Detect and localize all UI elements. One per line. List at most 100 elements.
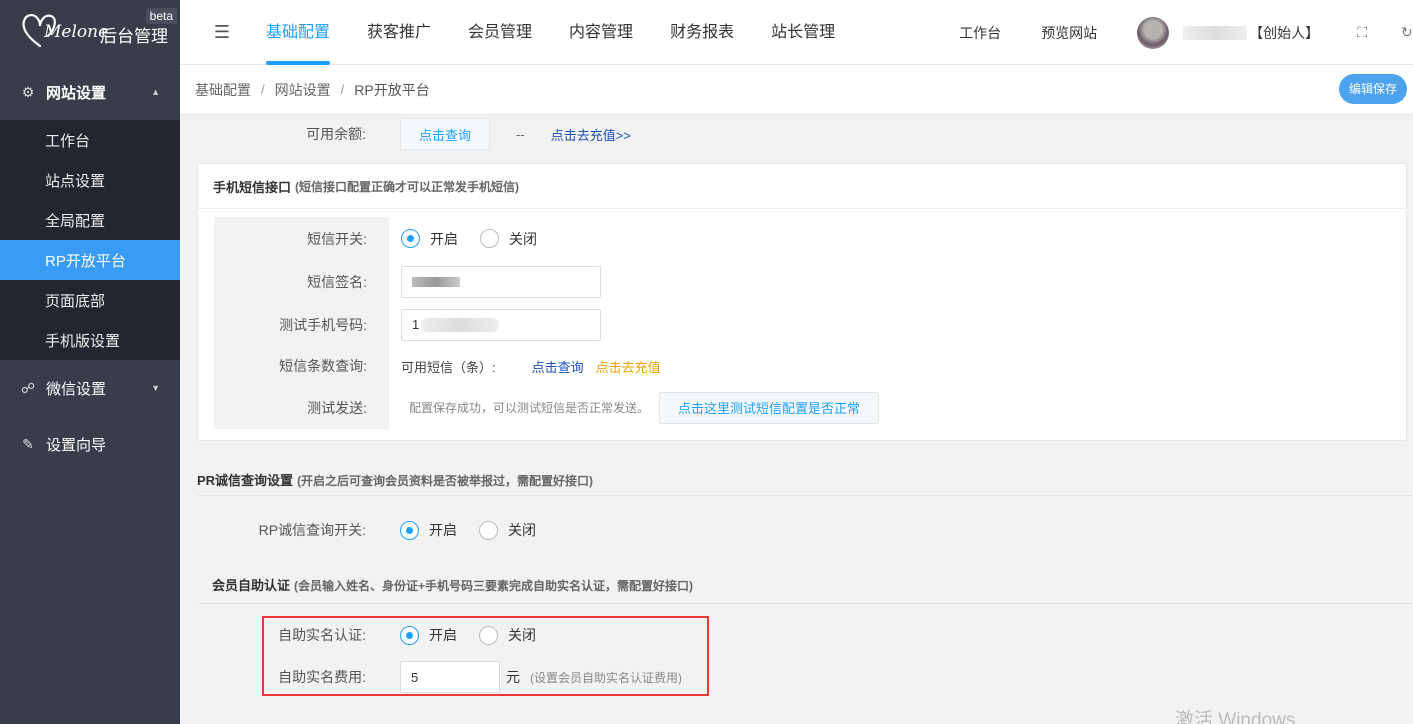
radio-label: 关闭 <box>509 230 537 247</box>
sidebar-item-site-settings[interactable]: 站点设置 <box>0 160 180 200</box>
tab-basic-config[interactable]: 基础配置 <box>266 0 331 65</box>
sidebar: Melone 后台管理 beta ⚙ 网站设置 ▲ 工作台 站点设置 全局配置 … <box>0 0 180 724</box>
sms-sign-label: 短信签名: <box>214 260 389 303</box>
sidebar-item-page-footer[interactable]: 页面底部 <box>0 280 180 320</box>
workbench-link[interactable]: 工作台 <box>959 23 1001 43</box>
sidebar-item-rp-platform[interactable]: RP开放平台 <box>0 240 180 280</box>
credit-section-title: PR诚信查询设置 (开启之后可查询会员资料是否被举报过，需配置好接口) <box>197 470 593 489</box>
sms-switch-row: 短信开关: 开启 关闭 <box>214 217 559 260</box>
username-redacted[interactable] <box>1183 25 1248 40</box>
preview-site-link[interactable]: 预览网站 <box>1041 23 1097 43</box>
credit-note: (开启之后可查询会员资料是否被举报过，需配置好接口) <box>297 474 594 488</box>
radio-label: 开启 <box>429 522 457 538</box>
sms-count-label: 短信条数查询: <box>214 346 389 386</box>
credit-switch-options: 开启 关闭 <box>388 520 558 540</box>
radio-label: 关闭 <box>508 522 536 538</box>
sms-phone-value-area: 1 <box>389 308 601 341</box>
sidebar-group-website-settings[interactable]: ⚙ 网站设置 ▲ <box>0 64 180 120</box>
sms-sign-input[interactable] <box>401 265 601 298</box>
breadcrumb-separator: / <box>340 82 345 97</box>
sms-test-hint: 配置保存成功，可以测试短信是否正常发送。 <box>409 401 650 415</box>
radio-checked-icon <box>401 229 420 248</box>
edit-icon: ✎ <box>22 435 34 452</box>
top-bar: ☰ 基础配置 获客推广 会员管理 内容管理 财务报表 站长管理 工作台 预览网站… <box>180 0 1413 65</box>
sms-recharge-link[interactable]: 点击去充值 <box>596 357 661 376</box>
credit-switch-label: RP诚信查询开关: <box>213 510 388 550</box>
refresh-icon[interactable]: ↻ <box>1401 24 1413 41</box>
breadcrumb-item[interactable]: 网站设置 <box>275 80 331 100</box>
logo: Melone 后台管理 beta <box>0 0 180 64</box>
tab-admin-management[interactable]: 站长管理 <box>771 0 835 65</box>
tab-customer-promotion[interactable]: 获客推广 <box>367 0 431 65</box>
fullscreen-icon[interactable]: ⛶ <box>1357 24 1367 41</box>
sms-phone-label: 测试手机号码: <box>214 303 389 346</box>
sms-off-radio[interactable]: 关闭 <box>480 229 537 249</box>
sms-phone-row: 测试手机号码: 1 <box>214 303 601 346</box>
sms-note: (短信接口配置正确才可以正常发手机短信) <box>295 179 520 194</box>
sms-test-button[interactable]: 点击这里测试短信配置是否正常 <box>659 391 880 424</box>
sms-card-header: 手机短信接口 (短信接口配置正确才可以正常发手机短信) <box>198 164 1406 209</box>
sms-test-label: 测试发送: <box>214 386 389 429</box>
beta-badge: beta <box>145 8 177 24</box>
caret-down-icon: ▼ <box>151 383 160 393</box>
user-role[interactable]: 【创始人】 <box>1249 23 1319 43</box>
sms-test-value-area: 配置保存成功，可以测试短信是否正常发送。 点击这里测试短信配置是否正常 <box>389 391 880 424</box>
logo-script-text: Melone <box>44 22 109 42</box>
balance-query-button[interactable]: 点击查询 <box>400 118 491 150</box>
sidebar-group-label: 微信设置 <box>46 380 107 398</box>
highlight-box <box>262 616 709 696</box>
gear-icon: ⚙ <box>21 83 35 100</box>
credit-switch-row: RP诚信查询开关: 开启 关闭 <box>213 510 558 550</box>
sms-count-text: 可用短信（条）: <box>401 359 496 375</box>
divider <box>197 603 1413 604</box>
auth-note: (会员输入姓名、身份证+手机号码三要素完成自助实名认证，需配置好接口) <box>294 579 694 593</box>
sms-switch-options: 开启 关闭 <box>389 229 559 249</box>
balance-label: 可用余额: <box>213 115 388 153</box>
windows-watermark: 激活 Windows <box>1175 710 1296 724</box>
radio-unchecked-icon <box>480 229 499 248</box>
app-title: 后台管理 <box>100 27 168 46</box>
sms-count-row: 短信条数查询: 可用短信（条）: 点击查询 点击去充值 <box>214 346 661 386</box>
auth-section-title: 会员自助认证 (会员输入姓名、身份证+手机号码三要素完成自助实名认证，需配置好接口… <box>212 575 693 594</box>
wechat-icon: ☍ <box>20 379 36 396</box>
sidebar-item-global-config[interactable]: 全局配置 <box>0 200 180 240</box>
redacted-text <box>421 317 500 332</box>
sidebar-group-setup-wizard[interactable]: ✎ 设置向导 <box>0 416 180 472</box>
radio-label: 开启 <box>430 230 458 247</box>
tab-content-management[interactable]: 内容管理 <box>569 0 633 65</box>
sms-count-value-area: 可用短信（条）: 点击查询 点击去充值 <box>389 357 661 376</box>
sidebar-group-wechat-settings[interactable]: ☍ 微信设置 ▼ <box>0 360 180 416</box>
credit-on-radio[interactable]: 开启 <box>400 520 457 540</box>
radio-unchecked-icon <box>479 520 498 540</box>
avatar[interactable] <box>1137 16 1170 49</box>
breadcrumb-item[interactable]: 基础配置 <box>195 80 251 100</box>
menu-toggle-icon[interactable]: ☰ <box>208 22 236 43</box>
balance-value-area: 点击查询 -- 点击去充值>> <box>388 115 631 153</box>
auth-title: 会员自助认证 <box>212 578 291 593</box>
sms-on-radio[interactable]: 开启 <box>401 229 458 249</box>
credit-title: PR诚信查询设置 <box>197 473 294 488</box>
save-button[interactable]: 编辑保存 <box>1338 74 1407 104</box>
sms-phone-input[interactable]: 1 <box>401 308 601 341</box>
balance-recharge-link[interactable]: 点击去充值>> <box>551 125 631 144</box>
sms-phone-value: 1 <box>412 317 420 332</box>
breadcrumb-separator: / <box>261 82 265 97</box>
sidebar-subnav: 工作台 站点设置 全局配置 RP开放平台 页面底部 手机版设置 <box>0 120 180 360</box>
balance-value: -- <box>516 126 525 142</box>
sidebar-item-mobile-settings[interactable]: 手机版设置 <box>0 320 180 360</box>
sms-count-query-link[interactable]: 点击查询 <box>532 357 584 376</box>
redacted-text <box>412 276 460 287</box>
caret-up-icon: ▲ <box>151 87 160 97</box>
sidebar-item-workbench[interactable]: 工作台 <box>0 120 180 160</box>
sms-sign-row: 短信签名: <box>214 260 601 303</box>
sms-switch-label: 短信开关: <box>214 217 389 260</box>
sms-title: 手机短信接口 <box>213 179 292 195</box>
breadcrumb: 基础配置 / 网站设置 / RP开放平台 编辑保存 <box>180 65 1413 115</box>
radio-checked-icon <box>400 520 419 540</box>
sms-card: 手机短信接口 (短信接口配置正确才可以正常发手机短信) 短信开关: 开启 关闭 … <box>197 163 1407 441</box>
credit-off-radio[interactable]: 关闭 <box>479 520 536 540</box>
sms-sign-value-area <box>389 265 601 298</box>
breadcrumb-current: RP开放平台 <box>354 81 430 98</box>
tab-finance-reports[interactable]: 财务报表 <box>670 0 734 65</box>
tab-member-management[interactable]: 会员管理 <box>468 0 532 65</box>
